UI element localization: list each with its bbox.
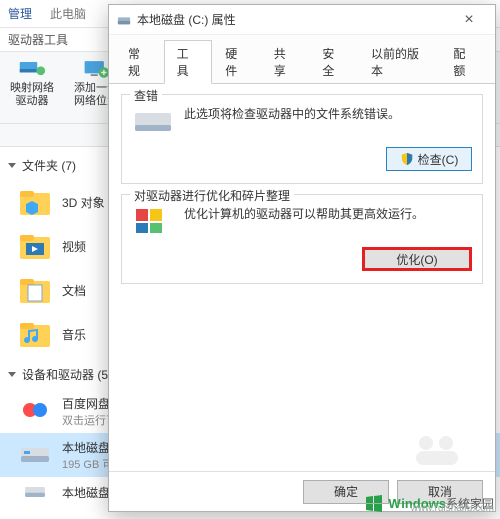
dialog-title: 本地磁盘 (C:) 属性 [137,11,236,28]
close-button[interactable]: × [449,8,489,32]
item-label: 3D 对象 [62,194,105,211]
monitor-plus-icon [82,58,110,80]
ghost-people-icon [412,433,462,467]
group-error-check: 查错 此选项将检查驱动器中的文件系统错误。 检查(C) [121,94,483,184]
check-button[interactable]: 检查(C) [386,147,472,171]
watermark: Windows系统家园 www.ruishaifu.com [364,493,494,513]
defrag-icon [132,205,174,237]
tab-general[interactable]: 常规 [115,40,164,84]
tool-map-network[interactable]: 映射网络 驱动器 [6,58,58,108]
category-label: 文件夹 (7) [22,157,76,174]
item-label: 音乐 [62,326,86,343]
ribbon-manage[interactable]: 管理 [8,5,32,22]
folder-music-icon [18,317,52,351]
windows-logo-icon [364,493,384,513]
dialog-body: 查错 此选项将检查驱动器中的文件系统错误。 检查(C) 对驱动器进行优化和碎片整… [109,84,495,471]
shield-icon [400,152,414,166]
ribbon-thispc: 此电脑 [50,5,86,22]
tab-previous[interactable]: 以前的版本 [358,40,440,84]
watermark-url: www.ruishaifu.com [411,503,494,514]
item-label: 视频 [62,238,86,255]
baidu-netdisk-icon [18,394,52,428]
button-label: 优化(O) [396,251,437,268]
dialog-titlebar[interactable]: 本地磁盘 (C:) 属性 × [109,5,495,35]
ribbon-drive-tools[interactable]: 驱动器工具 [8,31,68,48]
folder-3d-icon [18,185,52,219]
tab-quota[interactable]: 配额 [440,40,489,84]
tab-security[interactable]: 安全 [309,40,358,84]
drive-icon [18,480,52,504]
drive-check-icon [132,105,174,137]
tab-tools[interactable]: 工具 [164,40,213,84]
tab-hardware[interactable]: 硬件 [212,40,261,84]
chevron-down-icon [8,163,16,168]
group-desc: 此选项将检查驱动器中的文件系统错误。 [184,105,400,124]
group-legend: 查错 [130,87,162,104]
drive-network-icon [18,58,46,80]
tool-label: 映射网络 驱动器 [6,82,58,108]
group-desc: 优化计算机的驱动器可以帮助其更高效运行。 [184,205,424,224]
category-label: 设备和驱动器 (5) [22,366,112,383]
optimize-button[interactable]: 优化(O) [362,247,472,271]
group-legend: 对驱动器进行优化和碎片整理 [130,187,294,204]
tab-sharing[interactable]: 共享 [261,40,310,84]
chevron-down-icon [8,372,16,377]
folder-docs-icon [18,273,52,307]
button-label: 确定 [334,483,358,500]
folder-videos-icon [18,229,52,263]
drive-small-icon [117,13,131,27]
item-label: 文档 [62,282,86,299]
tab-strip: 常规 工具 硬件 共享 安全 以前的版本 配额 [109,35,495,84]
button-label: 检查(C) [418,151,459,168]
group-optimize: 对驱动器进行优化和碎片整理 优化计算机的驱动器可以帮助其更高效运行。 优化(O) [121,194,483,284]
drive-icon [18,438,52,472]
